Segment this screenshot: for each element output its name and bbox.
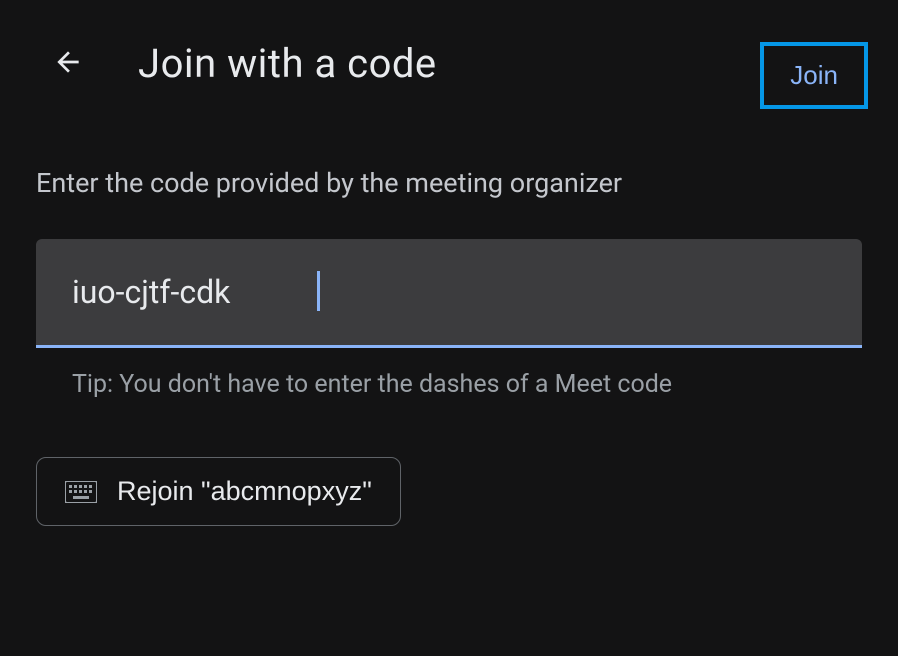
rejoin-button[interactable]: Rejoin "abcmnopxyz" — [36, 457, 401, 526]
back-button[interactable] — [48, 44, 88, 84]
rejoin-label: Rejoin "abcmnopxyz" — [117, 476, 372, 507]
arrow-left-icon — [52, 46, 84, 82]
content: Enter the code provided by the meeting o… — [0, 107, 898, 526]
keyboard-icon — [65, 481, 97, 503]
code-input-container — [36, 239, 862, 348]
tip-text: Tip: You don't have to enter the dashes … — [72, 370, 862, 399]
text-caret — [317, 271, 320, 311]
instruction-text: Enter the code provided by the meeting o… — [36, 167, 862, 199]
page-title: Join with a code — [138, 40, 437, 87]
header: Join with a code Join — [0, 0, 898, 107]
code-input[interactable] — [36, 239, 862, 348]
join-button[interactable]: Join — [760, 42, 868, 109]
